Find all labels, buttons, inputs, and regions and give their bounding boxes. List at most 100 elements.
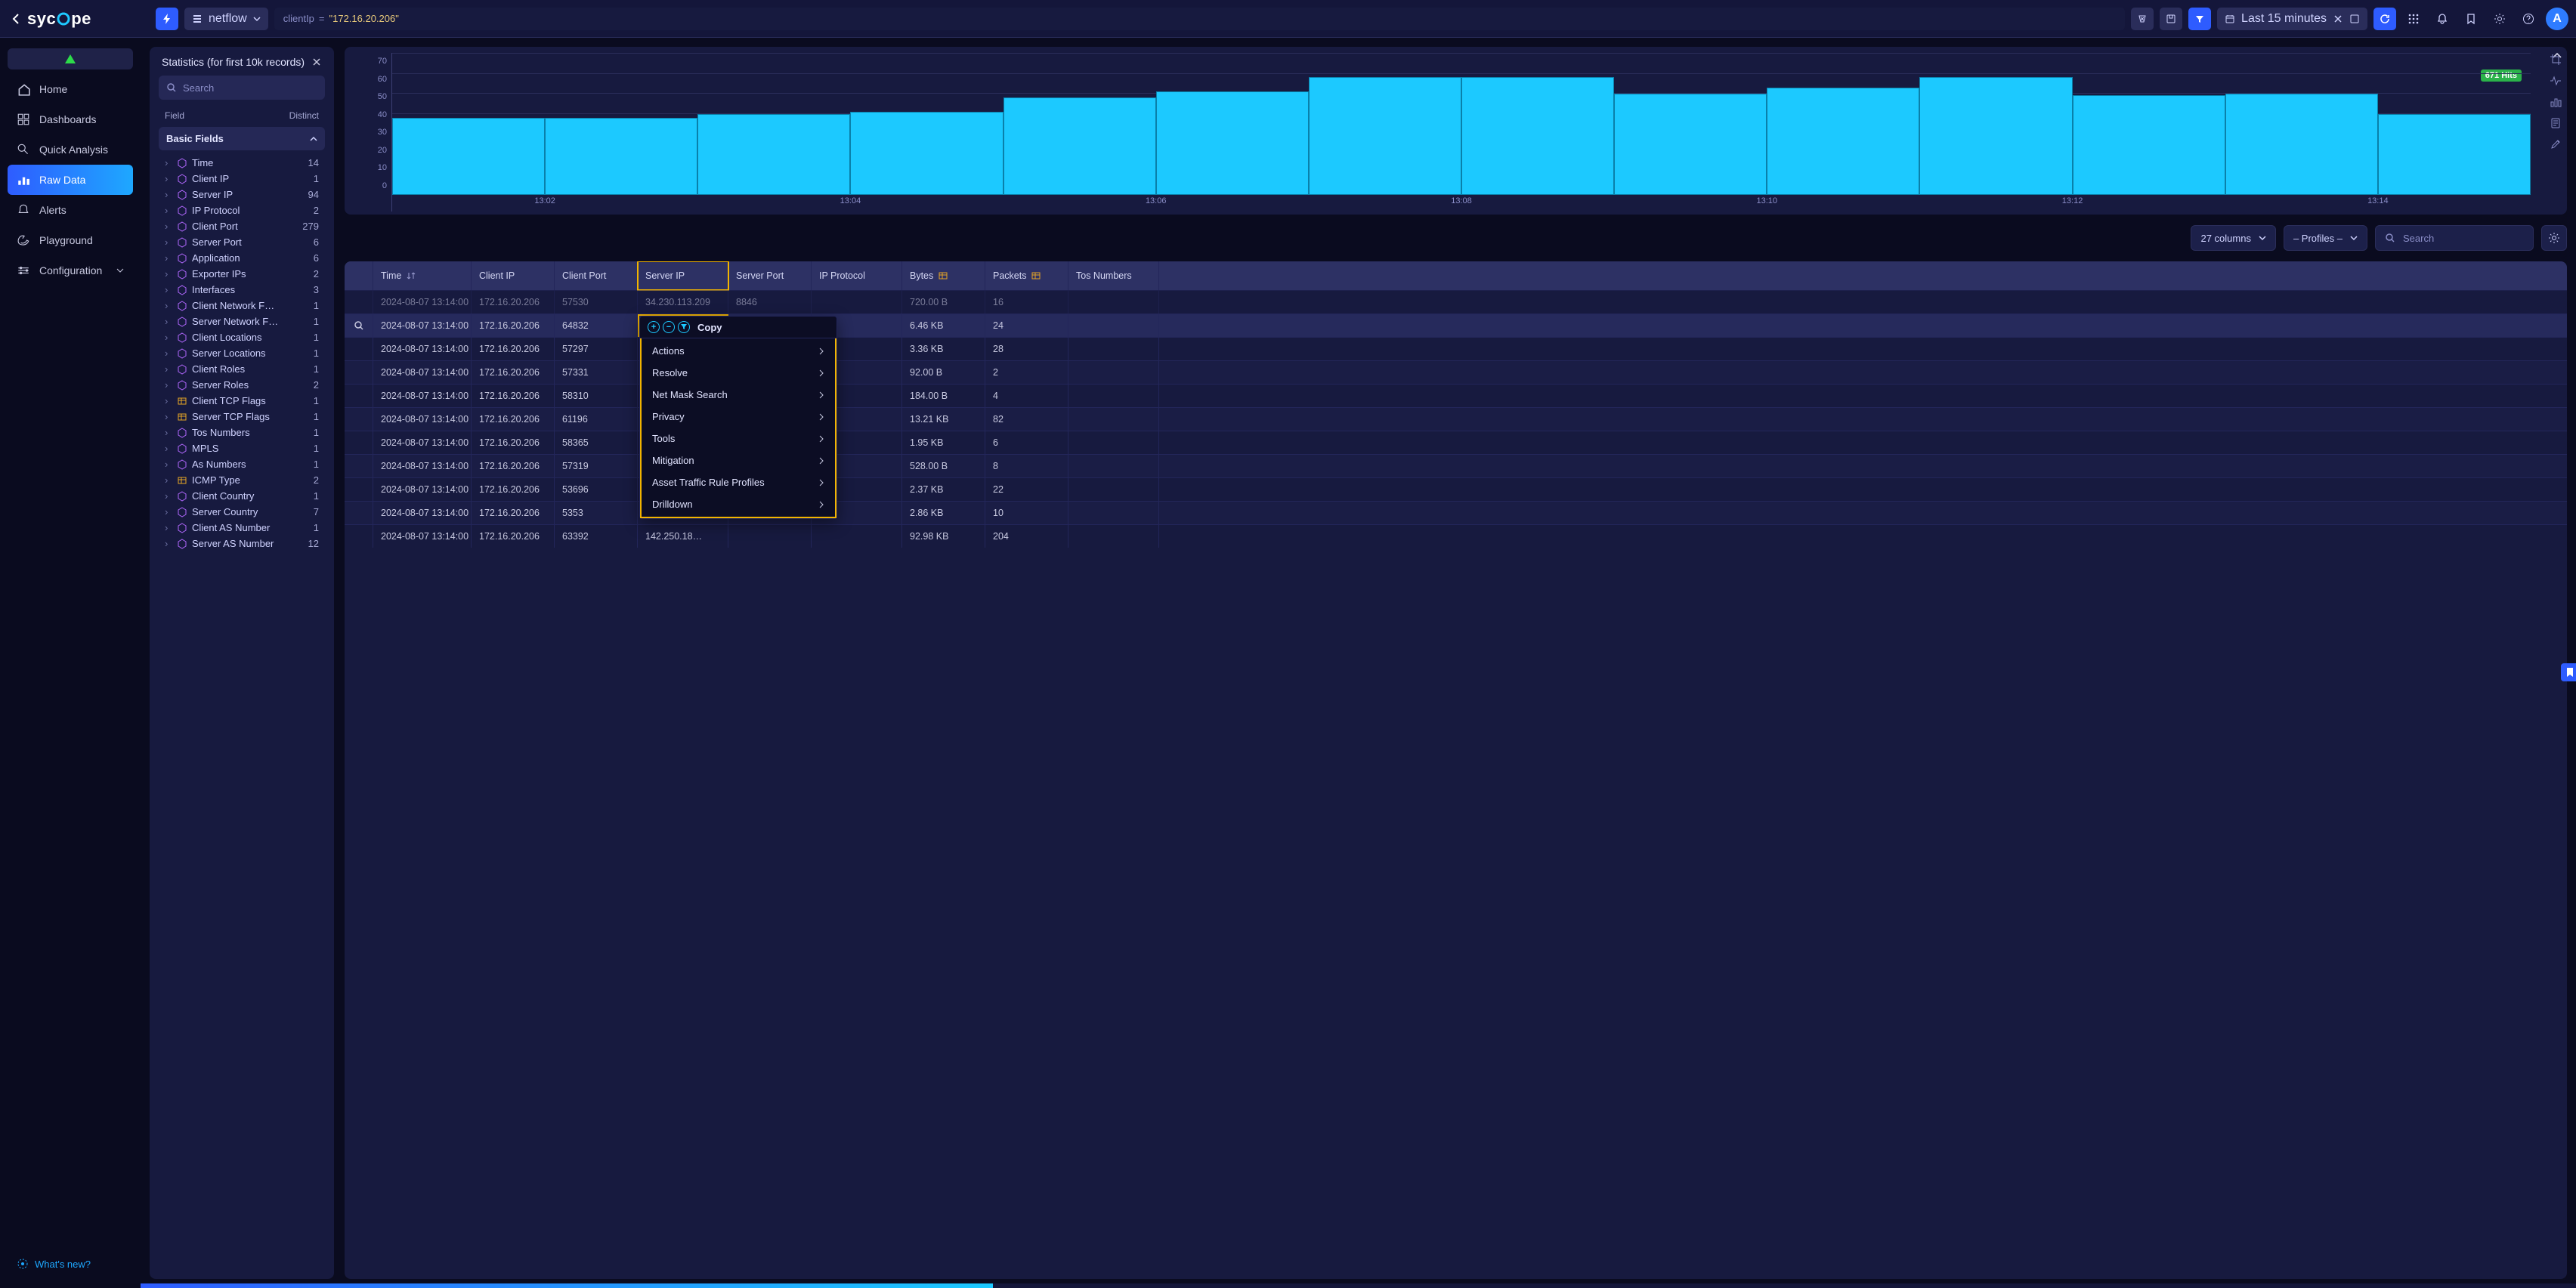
table-header[interactable]: Tos Numbers bbox=[1068, 261, 1159, 290]
bars-icon[interactable] bbox=[2549, 95, 2562, 109]
ctx-item-net-mask-search[interactable]: Net Mask Search bbox=[642, 384, 835, 406]
chart-bar[interactable] bbox=[1156, 91, 1309, 195]
stats-row[interactable]: ›Server Roles2 bbox=[159, 377, 325, 393]
source-selector[interactable]: netflow bbox=[184, 8, 268, 30]
chart-bar[interactable] bbox=[392, 118, 545, 195]
ctx-item-drilldown[interactable]: Drilldown bbox=[642, 493, 835, 515]
sidebar-item-quick-analysis[interactable]: Quick Analysis bbox=[8, 134, 133, 165]
remove-filter-icon[interactable]: − bbox=[663, 321, 675, 333]
ctx-item-privacy[interactable]: Privacy bbox=[642, 406, 835, 428]
notes-icon[interactable] bbox=[2549, 116, 2562, 130]
chart-bar[interactable] bbox=[1003, 97, 1156, 195]
table-header[interactable]: Server IP bbox=[638, 261, 728, 290]
save-icon[interactable] bbox=[2349, 14, 2360, 24]
filter-icon[interactable] bbox=[678, 321, 690, 333]
stats-section-basic[interactable]: Basic Fields bbox=[159, 127, 325, 150]
ctx-item-actions[interactable]: Actions bbox=[642, 340, 835, 362]
sidebar-item-alerts[interactable]: Alerts bbox=[8, 195, 133, 225]
add-filter-icon[interactable]: + bbox=[648, 321, 660, 333]
table-settings-icon[interactable] bbox=[2541, 225, 2567, 251]
stats-row[interactable]: ›Client Network F…1 bbox=[159, 298, 325, 314]
sidebar-item-configuration[interactable]: Configuration bbox=[8, 255, 133, 286]
chart-bar[interactable] bbox=[1919, 77, 2072, 195]
crop-icon[interactable] bbox=[2549, 53, 2562, 66]
stats-row[interactable]: ›Tos Numbers1 bbox=[159, 425, 325, 440]
stats-row[interactable]: ›Client Port279 bbox=[159, 218, 325, 234]
stats-row[interactable]: ›Client Locations1 bbox=[159, 329, 325, 345]
help-icon[interactable] bbox=[2517, 8, 2540, 30]
table-header[interactable]: Time bbox=[373, 261, 472, 290]
stats-row[interactable]: ›Client Country1 bbox=[159, 488, 325, 504]
stats-row[interactable]: ›Application6 bbox=[159, 250, 325, 266]
clear-icon[interactable] bbox=[2131, 8, 2154, 30]
chart-bar[interactable] bbox=[545, 118, 697, 195]
table-row[interactable]: 2024-08-07 13:14:00172.16.20.2065753034.… bbox=[345, 290, 2567, 314]
bookmark-tab[interactable] bbox=[2561, 663, 2576, 681]
table-header[interactable]: Server Port bbox=[728, 261, 812, 290]
profiles-selector[interactable]: – Profiles – bbox=[2284, 225, 2367, 251]
stats-row[interactable]: ›Server AS Number12 bbox=[159, 536, 325, 551]
stats-row[interactable]: ›Server IP94 bbox=[159, 187, 325, 202]
stats-row[interactable]: ›Client Roles1 bbox=[159, 361, 325, 377]
table-header[interactable]: Bytes bbox=[902, 261, 985, 290]
chart-bar[interactable] bbox=[2225, 94, 2378, 195]
columns-selector[interactable]: 27 columns bbox=[2191, 225, 2275, 251]
statistics-search[interactable]: Search bbox=[159, 76, 325, 100]
ctx-item-asset-traffic-rule-profiles[interactable]: Asset Traffic Rule Profiles bbox=[642, 471, 835, 493]
chart-bar[interactable] bbox=[1309, 77, 1461, 195]
gear-icon[interactable] bbox=[2488, 8, 2511, 30]
sidebar-status[interactable] bbox=[8, 48, 133, 69]
chart-bar[interactable] bbox=[1461, 77, 1614, 195]
sidebar-item-dashboards[interactable]: Dashboards bbox=[8, 104, 133, 134]
time-range-selector[interactable]: Last 15 minutes bbox=[2217, 8, 2367, 30]
lightning-icon[interactable] bbox=[156, 8, 178, 30]
query-input[interactable]: clientIp = "172.16.20.206" bbox=[274, 8, 2125, 30]
stats-row[interactable]: ›Interfaces3 bbox=[159, 282, 325, 298]
stats-row[interactable]: ›Client IP1 bbox=[159, 171, 325, 187]
chart-bar[interactable] bbox=[697, 114, 850, 195]
table-header[interactable]: Client Port bbox=[555, 261, 638, 290]
chart-bar[interactable] bbox=[2073, 95, 2225, 195]
ctx-item-tools[interactable]: Tools bbox=[642, 428, 835, 449]
chart-bar[interactable] bbox=[2378, 114, 2531, 195]
sidebar-item-home[interactable]: Home bbox=[8, 74, 133, 104]
stats-row[interactable]: ›Exporter IPs2 bbox=[159, 266, 325, 282]
ctx-item-resolve[interactable]: Resolve bbox=[642, 362, 835, 384]
stats-row[interactable]: ›As Numbers1 bbox=[159, 456, 325, 472]
table-row[interactable]: 2024-08-07 13:14:00172.16.20.20663392142… bbox=[345, 524, 2567, 548]
table-header[interactable]: IP Protocol bbox=[812, 261, 902, 290]
whats-new-link[interactable]: What's new? bbox=[8, 1250, 133, 1277]
close-icon[interactable] bbox=[311, 57, 322, 67]
stats-row[interactable]: ›Server Country7 bbox=[159, 504, 325, 520]
stats-row[interactable]: ›IP Protocol2 bbox=[159, 202, 325, 218]
refresh-icon[interactable] bbox=[2373, 8, 2396, 30]
stats-row[interactable]: ›ICMP Type2 bbox=[159, 472, 325, 488]
avatar[interactable]: A bbox=[2546, 8, 2568, 30]
bookmark-icon[interactable] bbox=[2460, 8, 2482, 30]
ctx-item-mitigation[interactable]: Mitigation bbox=[642, 449, 835, 471]
stats-row[interactable]: ›Server Network F…1 bbox=[159, 314, 325, 329]
table-header[interactable]: Client IP bbox=[472, 261, 555, 290]
stats-row[interactable]: ›Server Locations1 bbox=[159, 345, 325, 361]
chevron-left-icon[interactable] bbox=[12, 13, 20, 25]
close-icon[interactable] bbox=[2333, 14, 2343, 24]
sidebar-item-raw-data[interactable]: Raw Data bbox=[8, 165, 133, 195]
sidebar-item-playground[interactable]: Playground bbox=[8, 225, 133, 255]
table-header[interactable] bbox=[345, 261, 373, 290]
table-search[interactable]: Search bbox=[2375, 225, 2534, 251]
stats-row[interactable]: ›Client AS Number1 bbox=[159, 520, 325, 536]
edit-icon[interactable] bbox=[2549, 137, 2562, 151]
ctx-copy[interactable]: Copy bbox=[697, 322, 722, 333]
bell-icon[interactable] bbox=[2431, 8, 2454, 30]
apps-icon[interactable] bbox=[2402, 8, 2425, 30]
table-header[interactable]: Packets bbox=[985, 261, 1068, 290]
filter-icon[interactable] bbox=[2188, 8, 2211, 30]
stats-row[interactable]: ›Time14 bbox=[159, 155, 325, 171]
stats-row[interactable]: ›MPLS1 bbox=[159, 440, 325, 456]
save-query-icon[interactable] bbox=[2160, 8, 2182, 30]
stats-row[interactable]: ›Server TCP Flags1 bbox=[159, 409, 325, 425]
chart-bar[interactable] bbox=[1767, 88, 1919, 195]
stats-row[interactable]: ›Server Port6 bbox=[159, 234, 325, 250]
pulse-icon[interactable] bbox=[2549, 74, 2562, 88]
chart-bar[interactable] bbox=[1614, 94, 1767, 195]
